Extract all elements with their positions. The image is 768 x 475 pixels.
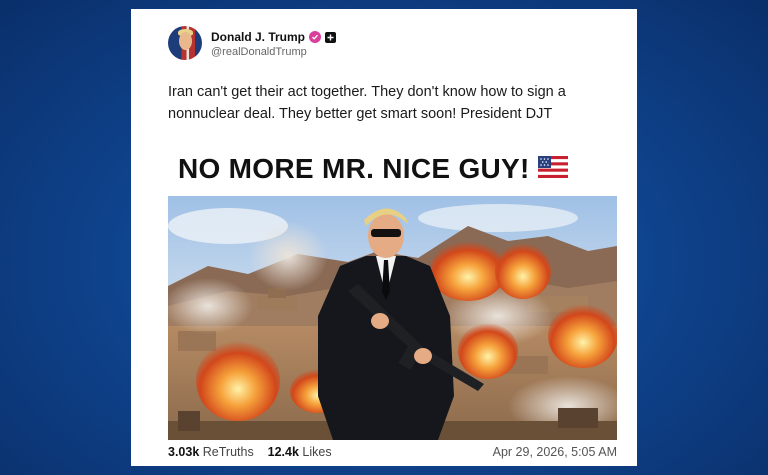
us-flag-icon xyxy=(537,155,568,183)
post-text: Iran can't get their act together. They … xyxy=(168,84,566,122)
retruths-count: 3.03k xyxy=(168,445,200,459)
screen-background: { "post": { "author_name": "Donald J. Tr… xyxy=(0,0,768,475)
plus-icon[interactable] xyxy=(325,31,337,43)
retruths-label: ReTruths xyxy=(202,445,254,459)
headline-row: NO MORE MR. NICE GUY! xyxy=(178,149,568,189)
post-card: Donald J. Trump @realDonaldTrump Iran ca… xyxy=(131,9,637,466)
likes-count: 12.4k xyxy=(267,445,299,459)
likes-stat[interactable]: 12.4k Likes xyxy=(268,445,332,459)
likes-label: Likes xyxy=(302,445,332,459)
headline-text: NO MORE MR. NICE GUY! xyxy=(178,153,530,184)
retruths-stat[interactable]: 3.03k ReTruths xyxy=(168,445,257,459)
post-image[interactable] xyxy=(168,196,617,440)
post-timestamp[interactable]: Apr 29, 2026, 5:05 AM xyxy=(493,445,617,459)
author-name[interactable]: Donald J. Trump xyxy=(211,30,305,44)
post-stats: 3.03k ReTruths 12.4k Likes Apr 29, 2026,… xyxy=(168,445,617,461)
man-in-suit-with-rifle-explosions-image xyxy=(168,196,617,440)
author-avatar[interactable] xyxy=(168,26,202,60)
author-name-row: Donald J. Trump xyxy=(211,29,337,45)
author-handle[interactable]: @realDonaldTrump xyxy=(211,46,307,58)
verified-badge-icon xyxy=(309,31,322,43)
